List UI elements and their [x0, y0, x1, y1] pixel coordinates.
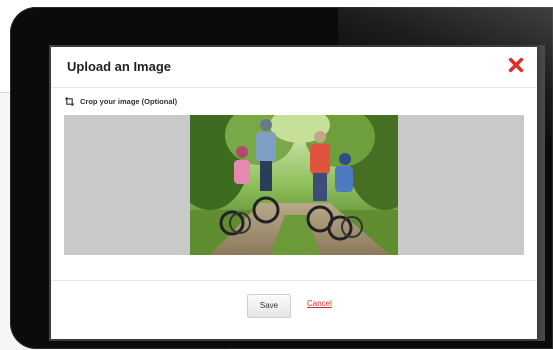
crop-label: Crop your image (Optional) [80, 96, 178, 106]
tablet-screen: Upload an Image Crop your image (Optiona… [49, 45, 545, 341]
close-icon[interactable] [507, 56, 525, 74]
crop-area[interactable] [64, 115, 524, 255]
crop-icon [65, 96, 74, 106]
upload-image-modal: Upload an Image Crop your image (Optiona… [51, 47, 537, 339]
cancel-link[interactable]: Cancel [307, 299, 332, 308]
modal-header: Upload an Image [51, 47, 537, 88]
save-button[interactable]: Save [247, 294, 291, 318]
crop-label-row: Crop your image (Optional) [65, 94, 177, 108]
modal-footer: Save Cancel [51, 280, 537, 340]
modal-title: Upload an Image [67, 59, 172, 74]
tablet-device: Upload an Image Crop your image (Optiona… [10, 7, 553, 349]
uploaded-photo[interactable] [190, 115, 398, 255]
